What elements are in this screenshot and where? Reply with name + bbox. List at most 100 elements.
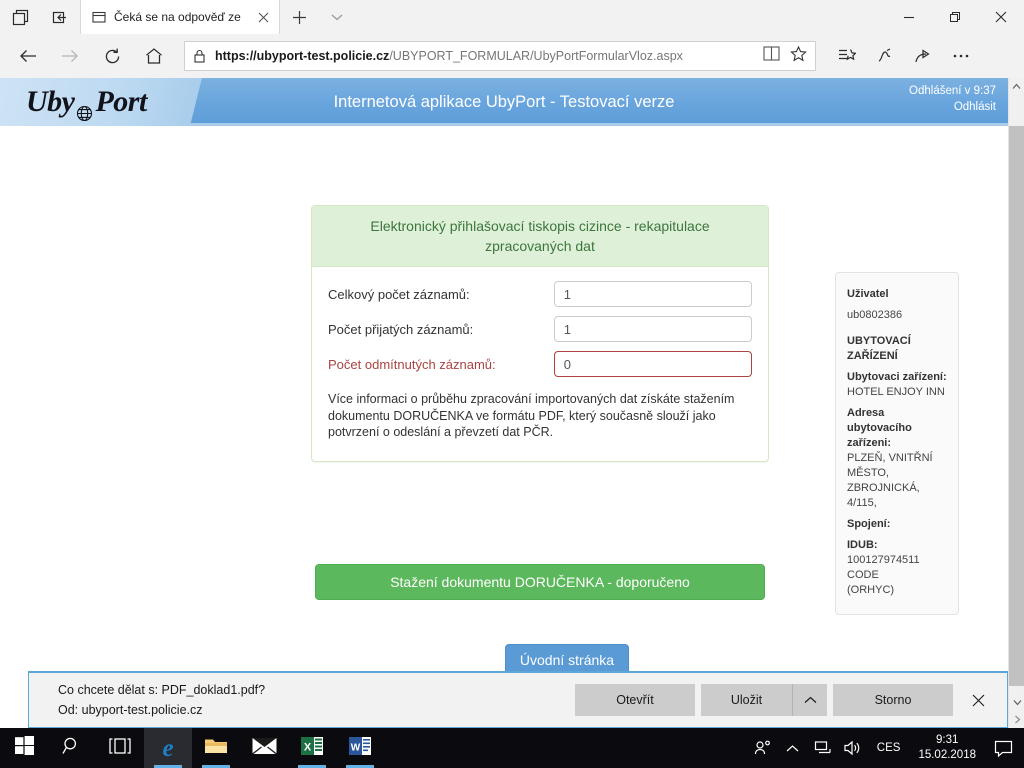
back-icon[interactable] xyxy=(8,37,48,75)
user-value: ub0802386 xyxy=(847,309,903,321)
form-row-total: Celkový počet záznamů: xyxy=(328,281,752,307)
address-bar-actions xyxy=(763,45,809,67)
form-row-accepted: Počet přijatých záznamů: xyxy=(328,316,752,342)
svg-text:X: X xyxy=(304,741,312,753)
refresh-icon[interactable] xyxy=(92,37,132,75)
contact-label: Spojení: xyxy=(847,518,891,530)
windows-logo-icon xyxy=(14,736,34,760)
taskbar-clock[interactable]: 9:31 15.02.2018 xyxy=(910,733,984,763)
download-notification-bar: Co chcete dělat s: PDF_doklad1.pdf? Od: … xyxy=(28,671,1008,728)
taskbar-excel-button[interactable]: X xyxy=(288,728,336,768)
facility-section-title-line2: ZAŘÍZENÍ xyxy=(847,350,898,362)
input-rejected-records[interactable] xyxy=(553,351,752,377)
recap-panel-body: Celkový počet záznamů: Počet přijatých z… xyxy=(312,267,768,461)
system-tray: CES 9:31 15.02.2018 xyxy=(749,728,1024,768)
input-total-records[interactable] xyxy=(553,281,752,307)
svg-text:W: W xyxy=(351,742,361,753)
idub-value-line1: 100127974511 CODE xyxy=(847,554,920,581)
people-icon[interactable] xyxy=(749,728,777,768)
recap-panel: Elektronický přihlašovací tiskopis cizin… xyxy=(311,205,769,462)
tab-page-icon xyxy=(91,9,107,25)
navigation-toolbar: https://ubyport-test.policie.cz/UBYPORT_… xyxy=(0,34,1024,78)
facility-value: HOTEL ENJOY INN xyxy=(847,386,945,398)
reading-view-icon[interactable] xyxy=(763,46,780,66)
form-row-rejected: Počet odmítnutých záznamů: xyxy=(328,351,752,377)
download-prompt-text: Co chcete dělat s: PDF_doklad1.pdf? Od: … xyxy=(29,680,265,720)
logout-timer: Odhlášení v 9:37 xyxy=(909,85,996,97)
share-icon[interactable] xyxy=(906,39,940,73)
page-scrollbar[interactable] xyxy=(1008,78,1024,728)
idub-value-line2: (ORHYC) xyxy=(847,584,895,596)
start-button[interactable] xyxy=(0,728,48,768)
logout-link[interactable]: Odhlásit xyxy=(954,101,996,113)
scroll-right-icon[interactable] xyxy=(1009,711,1024,728)
address-value-line1: PLZEŇ, VNITŘNÍ xyxy=(847,452,933,464)
recap-panel-heading: Elektronický přihlašovací tiskopis cizin… xyxy=(312,206,768,267)
input-language-indicator[interactable]: CES xyxy=(869,742,909,754)
address-label-line1: Adresa ubytovacího xyxy=(847,407,912,434)
label-accepted-records: Počet přijatých záznamů: xyxy=(328,321,474,337)
taskbar-edge-button[interactable]: e xyxy=(144,728,192,768)
close-download-bar-icon[interactable] xyxy=(959,684,997,716)
address-label-line2: zařízeni: xyxy=(847,437,892,449)
browser-tab[interactable]: Čeká se na odpověď ze xyxy=(80,0,280,34)
open-button[interactable]: Otevřít xyxy=(575,684,695,716)
label-total-records: Celkový počet záznamů: xyxy=(328,286,470,302)
home-icon[interactable] xyxy=(134,37,174,75)
tab-strip: Čeká se na odpověď ze xyxy=(0,0,1024,34)
web-note-icon[interactable] xyxy=(868,39,902,73)
taskbar-word-button[interactable]: W xyxy=(336,728,384,768)
url-text: https://ubyport-test.policie.cz/UBYPORT_… xyxy=(215,49,755,63)
url-domain: https://ubyport-test.policie.cz xyxy=(215,49,390,63)
excel-icon: X xyxy=(301,736,323,761)
hub-favorites-icon[interactable] xyxy=(830,39,864,73)
save-button[interactable]: Uložit xyxy=(701,684,793,716)
restore-icon[interactable] xyxy=(932,0,978,34)
save-options-chevron-up-icon[interactable] xyxy=(793,684,827,716)
logout-area: Odhlášení v 9:37 Odhlásit xyxy=(909,83,996,115)
window-controls xyxy=(886,0,1024,34)
task-view-button[interactable] xyxy=(96,728,144,768)
network-icon[interactable] xyxy=(809,728,837,768)
taskbar-mail-button[interactable] xyxy=(240,728,288,768)
cancel-button[interactable]: Storno xyxy=(833,684,953,716)
show-hidden-icons-chevron-up-icon[interactable] xyxy=(779,728,807,768)
url-path: /UBYPORT_FORMULAR/UbyPortFormularVloz.as… xyxy=(389,49,683,63)
tab-title: Čeká se na odpověď ze xyxy=(114,10,241,24)
more-options-icon[interactable] xyxy=(944,39,978,73)
volume-icon[interactable] xyxy=(839,728,867,768)
idub-label: IDUB: xyxy=(847,539,878,551)
tab-preview-icon[interactable] xyxy=(0,0,40,34)
facility-section-title-line1: UBYTOVACÍ xyxy=(847,335,911,347)
scrollbar-thumb[interactable] xyxy=(1009,126,1024,686)
download-doručenka-button[interactable]: Stažení dokumentu DORUČENKA - doporučeno xyxy=(315,564,765,600)
page-main: Elektronický přihlašovací tiskopis cizin… xyxy=(0,126,1008,728)
address-value-line3: ZBROJNICKÁ, 4/115, xyxy=(847,482,920,509)
favorite-star-icon[interactable] xyxy=(790,45,807,67)
taskbar-search-button[interactable] xyxy=(48,728,96,768)
minimize-icon[interactable] xyxy=(886,0,932,34)
address-bar[interactable]: https://ubyport-test.policie.cz/UBYPORT_… xyxy=(184,41,816,71)
notification-center-icon[interactable] xyxy=(986,728,1020,768)
user-label: Uživatel xyxy=(847,288,889,300)
app-header: Uby Port Internetová aplikace UbyPort - … xyxy=(0,78,1008,126)
clock-time: 9:31 xyxy=(936,734,959,746)
new-tab-button[interactable] xyxy=(280,0,318,34)
set-tabs-aside-icon[interactable] xyxy=(40,0,80,34)
scroll-down-icon[interactable] xyxy=(1009,694,1024,711)
address-value-line2: MĚSTO, xyxy=(847,467,889,479)
scroll-up-icon[interactable] xyxy=(1009,78,1024,95)
lock-icon xyxy=(191,49,207,63)
download-source: Od: ubyport-test.policie.cz xyxy=(58,703,203,717)
clock-date: 15.02.2018 xyxy=(918,749,976,761)
edge-icon: e xyxy=(162,734,174,762)
tab-close-icon[interactable] xyxy=(253,7,273,27)
taskbar-file-explorer-button[interactable] xyxy=(192,728,240,768)
chevron-down-icon[interactable] xyxy=(318,0,356,34)
close-icon[interactable] xyxy=(978,0,1024,34)
forward-icon[interactable] xyxy=(50,37,90,75)
label-rejected-records: Počet odmítnutých záznamů: xyxy=(328,356,496,372)
folder-icon xyxy=(204,736,228,760)
recap-note: Více informaci o průběhu zpracování impo… xyxy=(328,392,735,439)
input-accepted-records[interactable] xyxy=(553,316,752,342)
